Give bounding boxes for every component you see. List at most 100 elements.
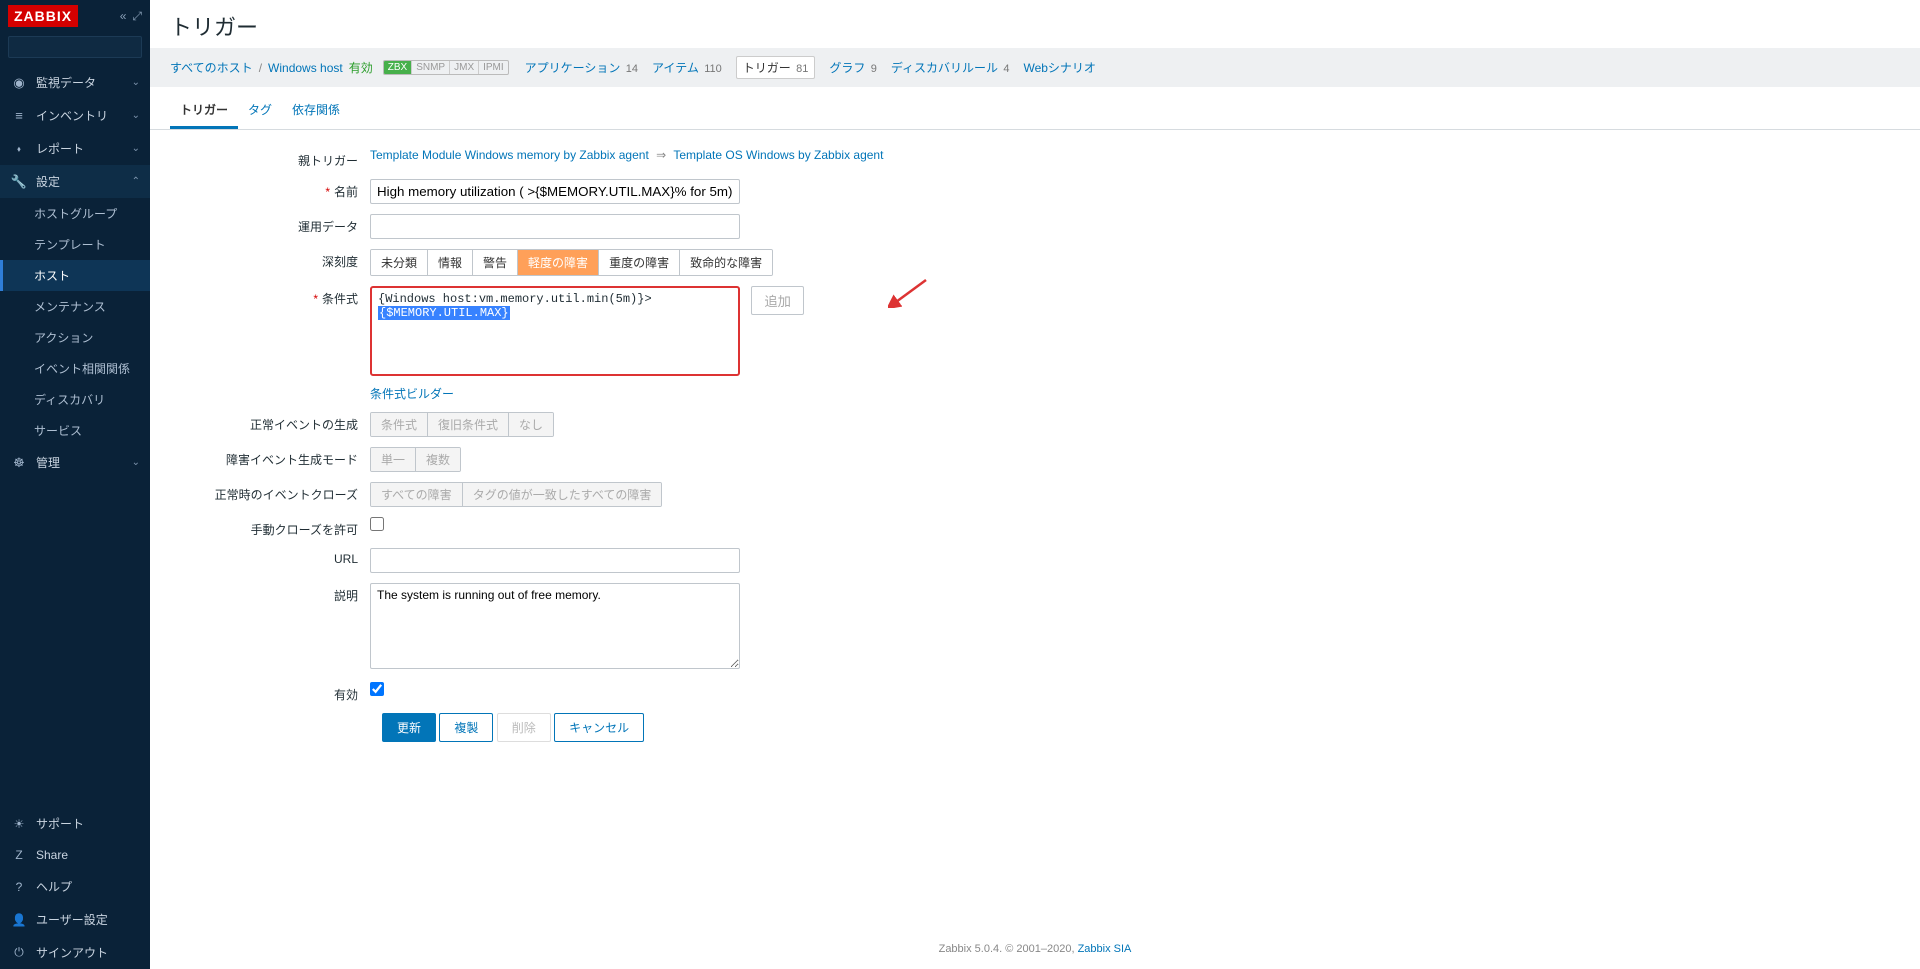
parent-trigger-link1[interactable]: Template Module Windows memory by Zabbix… xyxy=(370,148,649,162)
hostnav-items[interactable]: アイテム 110 xyxy=(652,59,722,76)
nav-label: レポート xyxy=(36,140,84,157)
nav-signout[interactable]: ⏻サインアウト xyxy=(0,936,150,969)
search-box[interactable]: 🔍 xyxy=(8,36,142,58)
enabled-checkbox[interactable] xyxy=(370,682,384,696)
okclose-label: 正常時のイベントクローズ xyxy=(170,482,370,503)
sev-unclassified[interactable]: 未分類 xyxy=(371,250,427,275)
subnav-actions[interactable]: アクション xyxy=(0,322,150,353)
name-input[interactable] xyxy=(370,179,740,204)
expression-builder-link[interactable]: 条件式ビルダー xyxy=(370,385,454,402)
sidebar-hide-icon[interactable]: ⤢ xyxy=(132,9,142,24)
expression-textarea[interactable] xyxy=(370,286,740,376)
main-content: トリガー すべてのホスト / Windows host 有効 ZBX SNMP … xyxy=(150,0,1920,969)
nav-inventory[interactable]: ≡ インベントリ ⌄ xyxy=(0,99,150,132)
hostnav-triggers[interactable]: トリガー 81 xyxy=(736,56,816,79)
footer: Zabbix 5.0.4. © 2001–2020, Zabbix SIA xyxy=(150,929,1920,969)
sev-disaster[interactable]: 致命的な障害 xyxy=(679,250,772,275)
nav-label: 管理 xyxy=(36,454,60,471)
okevent-expr[interactable]: 条件式 xyxy=(371,413,427,436)
sidebar-collapse-icon[interactable]: « xyxy=(120,9,127,24)
okclose-tagmatch[interactable]: タグの値が一致したすべての障害 xyxy=(462,483,662,506)
badge-jmx[interactable]: JMX xyxy=(449,61,478,74)
sev-info[interactable]: 情報 xyxy=(427,250,472,275)
sev-warning[interactable]: 警告 xyxy=(472,250,517,275)
bc-sep: / xyxy=(259,61,262,75)
nav-reports[interactable]: ⬪ レポート ⌄ xyxy=(0,132,150,165)
pbmode-multiple[interactable]: 複数 xyxy=(415,448,460,471)
hostnav-applications[interactable]: アプリケーション 14 xyxy=(525,59,638,76)
manualclose-label: 手動クローズを許可 xyxy=(170,517,370,538)
pbmode-label: 障害イベント生成モード xyxy=(170,447,370,468)
subnav-eventcorr[interactable]: イベント相関関係 xyxy=(0,353,150,384)
wrench-icon: 🔧 xyxy=(10,174,28,190)
tab-trigger[interactable]: トリガー xyxy=(170,93,238,129)
chart-icon: ⬪ xyxy=(10,141,28,157)
description-textarea[interactable]: The system is running out of free memory… xyxy=(370,583,740,669)
expression-add-button[interactable]: 追加 xyxy=(751,286,804,315)
nav-help[interactable]: ?ヘルプ xyxy=(0,870,150,903)
parent-trigger-link2[interactable]: Template OS Windows by Zabbix agent xyxy=(673,148,883,162)
nav-admin[interactable]: ☸ 管理 ⌄ xyxy=(0,446,150,479)
nav-label: Share xyxy=(36,848,68,862)
nav-label: サインアウト xyxy=(36,944,108,961)
sidebar: ZABBIX « ⤢ 🔍 ◉ 監視データ ⌄ ≡ インベントリ ⌄ ⬪ レポート ⌄ 🔧 設定… xyxy=(0,0,150,969)
subnav-discovery[interactable]: ディスカバリ xyxy=(0,384,150,415)
severity-label: 深刻度 xyxy=(170,249,370,270)
subnav-maintenance[interactable]: メンテナンス xyxy=(0,291,150,322)
chevron-down-icon: ⌄ xyxy=(132,143,140,154)
tabs: トリガー タグ 依存関係 xyxy=(150,93,1920,130)
footer-link[interactable]: Zabbix SIA xyxy=(1078,943,1132,955)
user-icon: 👤 xyxy=(10,913,28,927)
page-title: トリガー xyxy=(170,10,1900,42)
okevent-recovery[interactable]: 復旧条件式 xyxy=(427,413,508,436)
nav-configuration[interactable]: 🔧設定⌃ xyxy=(0,165,150,198)
hostnav-graphs[interactable]: グラフ 9 xyxy=(829,59,876,76)
url-input[interactable] xyxy=(370,548,740,573)
badge-ipmi[interactable]: IPMI xyxy=(478,61,508,74)
tab-dependencies[interactable]: 依存関係 xyxy=(282,93,350,129)
pbmode-single[interactable]: 単一 xyxy=(371,448,415,471)
interface-badges: ZBX SNMP JMX IPMI xyxy=(383,60,509,75)
eye-icon: ◉ xyxy=(10,75,28,91)
hostnav-discovery[interactable]: ディスカバリルール 4 xyxy=(891,59,1010,76)
gear-icon: ☸ xyxy=(10,455,28,471)
tab-tags[interactable]: タグ xyxy=(238,93,282,129)
list-icon: ≡ xyxy=(10,108,28,123)
search-input[interactable] xyxy=(15,40,170,54)
chevron-down-icon: ⌄ xyxy=(132,110,140,121)
cancel-button[interactable]: キャンセル xyxy=(554,713,644,742)
zabbix-logo[interactable]: ZABBIX xyxy=(8,5,78,27)
nav-label: インベントリ xyxy=(36,107,108,124)
subnav-templates[interactable]: テンプレート xyxy=(0,229,150,260)
badge-snmp[interactable]: SNMP xyxy=(411,61,449,74)
share-icon: Z xyxy=(10,848,28,862)
description-label: 説明 xyxy=(170,583,370,604)
chevron-down-icon: ⌄ xyxy=(132,457,140,468)
okevent-none[interactable]: なし xyxy=(508,413,553,436)
nav-monitoring[interactable]: ◉監視データ⌄ xyxy=(0,66,150,99)
clone-button[interactable]: 複製 xyxy=(439,713,493,742)
sev-high[interactable]: 重度の障害 xyxy=(598,250,679,275)
okevent-label: 正常イベントの生成 xyxy=(170,412,370,433)
subnav-services[interactable]: サービス xyxy=(0,415,150,446)
annotation-arrow-icon xyxy=(888,278,928,308)
nav-label: 監視データ xyxy=(36,74,96,91)
nav-support[interactable]: ☀サポート xyxy=(0,807,150,840)
sidebar-header: ZABBIX « ⤢ xyxy=(0,0,150,32)
nav-share[interactable]: Z Share xyxy=(0,840,150,870)
nav-label: 設定 xyxy=(36,173,60,190)
hostnav-web[interactable]: Webシナリオ xyxy=(1023,59,1095,76)
subnav-hostgroups[interactable]: ホストグループ xyxy=(0,198,150,229)
okclose-all[interactable]: すべての障害 xyxy=(371,483,462,506)
bc-host[interactable]: Windows host xyxy=(268,61,343,75)
nav-label: サポート xyxy=(36,815,84,832)
sev-average[interactable]: 軽度の障害 xyxy=(517,250,598,275)
manualclose-checkbox[interactable] xyxy=(370,517,384,531)
nav-usersettings[interactable]: 👤ユーザー設定 xyxy=(0,903,150,936)
name-label: 名前 xyxy=(170,179,370,200)
subnav-hosts[interactable]: ホスト xyxy=(0,260,150,291)
bc-all-hosts[interactable]: すべてのホスト xyxy=(170,59,253,76)
opdata-input[interactable] xyxy=(370,214,740,239)
badge-zbx[interactable]: ZBX xyxy=(384,61,411,74)
update-button[interactable]: 更新 xyxy=(382,713,436,742)
